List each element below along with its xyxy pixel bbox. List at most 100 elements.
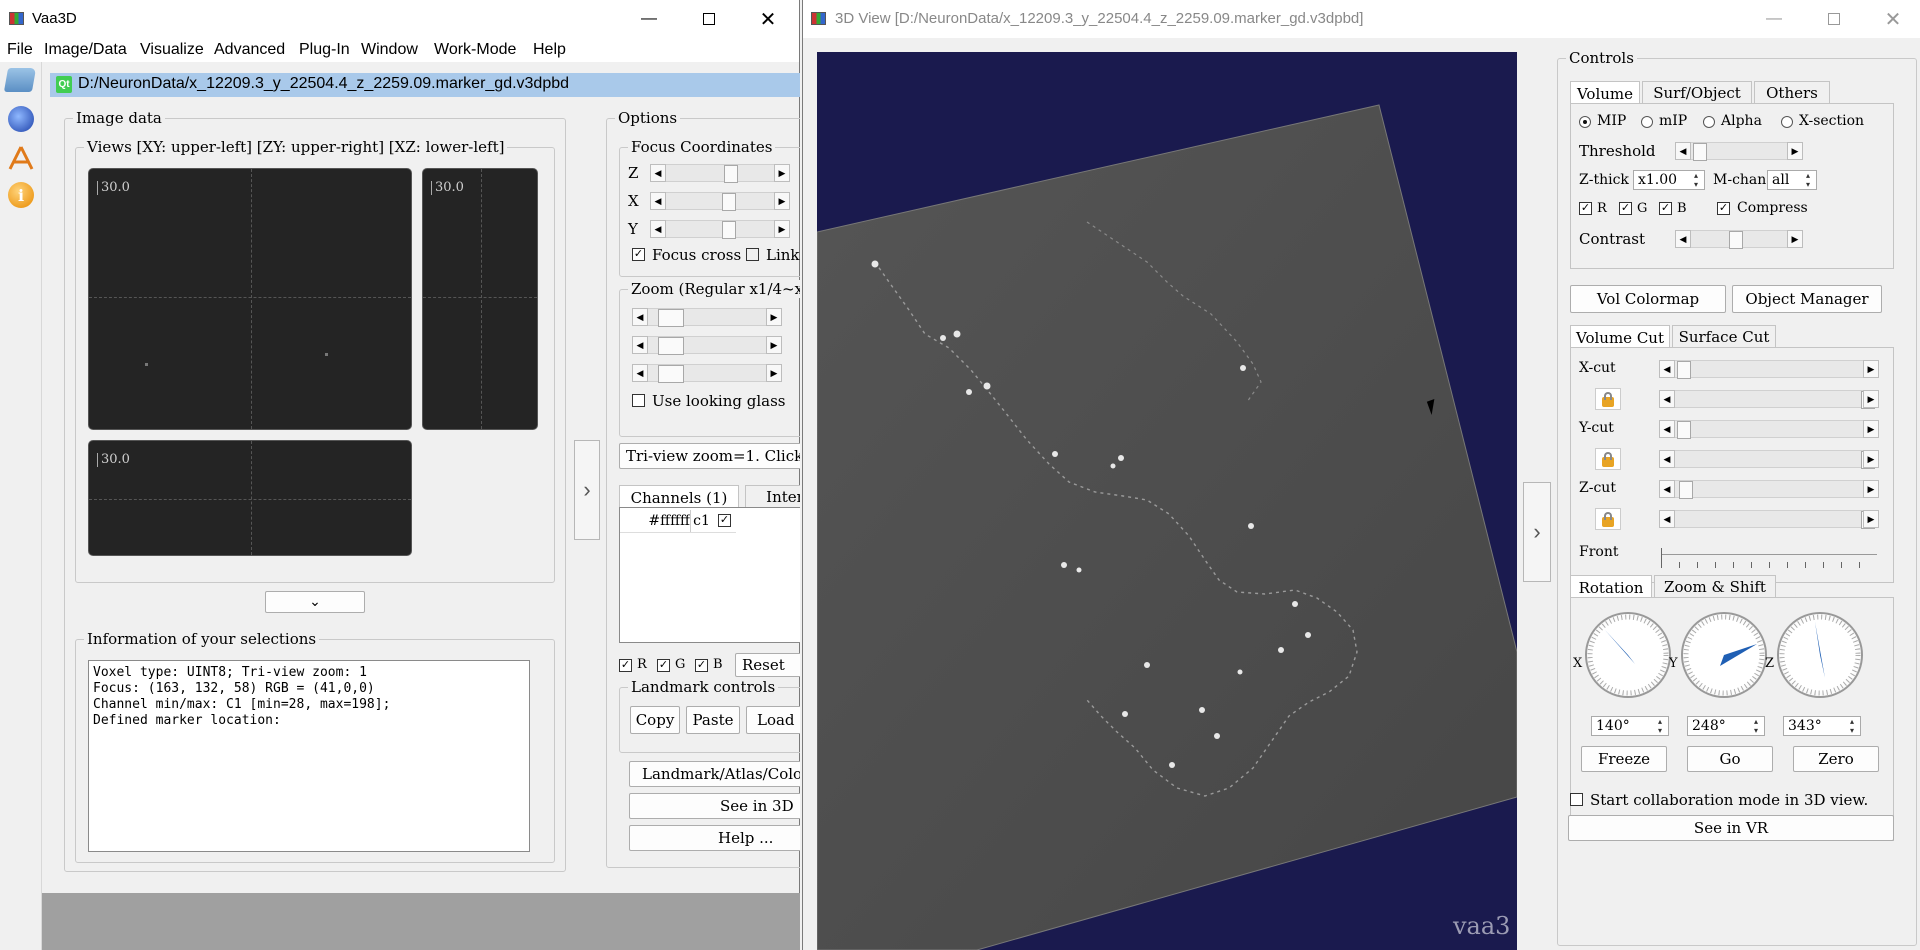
ycut-slider-2[interactable]: ◀ ▶ bbox=[1659, 450, 1879, 469]
reset-button[interactable]: Reset bbox=[735, 653, 800, 677]
info-textarea[interactable]: Voxel type: UINT8; Tri-view zoom: 1 Focu… bbox=[88, 660, 530, 852]
menu-help[interactable]: Help bbox=[533, 41, 566, 59]
focus-x-slider[interactable]: ◀ ▶ bbox=[650, 192, 790, 211]
help-button[interactable]: Help ... bbox=[629, 825, 800, 851]
zthick-label: Z-thick bbox=[1579, 172, 1629, 188]
tab-surf-object[interactable]: Surf/Object bbox=[1642, 81, 1752, 103]
z-rotation-dial[interactable] bbox=[1777, 612, 1863, 698]
b-checkbox[interactable]: ✓ bbox=[695, 659, 708, 672]
tab-volume-cut[interactable]: Volume Cut bbox=[1570, 325, 1670, 349]
volume-r-checkbox[interactable]: ✓ bbox=[1579, 202, 1592, 215]
zero-button[interactable]: Zero bbox=[1793, 746, 1879, 772]
maximize-button[interactable] bbox=[686, 0, 732, 38]
channel-visible-checkbox[interactable]: ✓ bbox=[718, 514, 731, 527]
menu-advanced[interactable]: Advanced bbox=[214, 41, 285, 59]
menu-image-data[interactable]: Image/Data bbox=[44, 41, 127, 59]
zcut-lock-icon[interactable] bbox=[1595, 508, 1621, 530]
3d-render-canvas[interactable]: vaa3 bbox=[817, 52, 1517, 950]
xsection-radio[interactable] bbox=[1781, 116, 1793, 128]
xy-view[interactable]: 30.0 bbox=[88, 168, 412, 430]
mchan-select[interactable]: all bbox=[1767, 170, 1817, 190]
view3d-maximize-button[interactable] bbox=[1811, 0, 1857, 38]
ycut-lock-icon[interactable] bbox=[1595, 448, 1621, 470]
zcut-slider-2[interactable]: ◀ ▶ bbox=[1659, 510, 1879, 529]
tab-rotation[interactable]: Rotation bbox=[1570, 575, 1652, 599]
expand-right-button[interactable]: › bbox=[574, 440, 600, 540]
tab-surface-cut[interactable]: Surface Cut bbox=[1672, 325, 1776, 347]
ycut-slider-1[interactable]: ◀ ▶ bbox=[1659, 420, 1879, 439]
channels-table[interactable]: #ffffff c1 ✓ bbox=[619, 507, 800, 643]
copy-button[interactable]: Copy bbox=[630, 706, 680, 734]
view3d-close-button[interactable]: ✕ bbox=[1870, 0, 1916, 38]
landmark-atlas-button[interactable]: Landmark/Atlas/Color bbox=[629, 761, 800, 787]
zoom-slider-2[interactable]: ◀ ▶ bbox=[632, 336, 782, 355]
volume-g-checkbox[interactable]: ✓ bbox=[1619, 202, 1632, 215]
y-rotation-dial[interactable] bbox=[1681, 612, 1767, 698]
menu-plugin[interactable]: Plug-In bbox=[299, 41, 350, 59]
focus-z-slider[interactable]: ◀ ▶ bbox=[650, 164, 790, 183]
channel-color: #ffffff bbox=[648, 513, 690, 529]
zy-crosshair-v bbox=[481, 169, 482, 429]
tab-zoom-shift[interactable]: Zoom & Shift bbox=[1654, 575, 1776, 597]
zoom-slider-3[interactable]: ◀ ▶ bbox=[632, 364, 782, 383]
document-tab[interactable]: Qt D:/NeuronData/x_12209.3_y_22504.4_z_2… bbox=[50, 73, 800, 97]
tab-channels[interactable]: Channels (1) bbox=[619, 485, 739, 509]
channel-name: c1 bbox=[690, 510, 712, 532]
vol-colormap-button[interactable]: Vol Colormap bbox=[1570, 285, 1726, 313]
x-angle-spinbox[interactable]: 140° bbox=[1591, 716, 1669, 736]
close-button[interactable]: ✕ bbox=[745, 0, 791, 38]
tab-volume[interactable]: Volume bbox=[1570, 81, 1640, 105]
triview-zoom-button[interactable]: Tri-view zoom=1. Click bbox=[619, 443, 800, 469]
globe-icon[interactable] bbox=[8, 106, 34, 132]
contrast-slider[interactable]: ◀ ▶ bbox=[1675, 230, 1803, 249]
info-icon[interactable]: i bbox=[8, 182, 34, 208]
menu-work-mode[interactable]: Work-Mode bbox=[434, 41, 516, 59]
tab-inter[interactable]: Inter bbox=[745, 485, 800, 507]
freeze-button[interactable]: Freeze bbox=[1581, 746, 1667, 772]
compass-icon[interactable] bbox=[6, 144, 36, 172]
y-angle-spinbox[interactable]: 248° bbox=[1687, 716, 1765, 736]
g-checkbox[interactable]: ✓ bbox=[657, 659, 670, 672]
xcut-slider-2[interactable]: ◀ ▶ bbox=[1659, 390, 1879, 409]
x-rotation-dial[interactable] bbox=[1585, 612, 1671, 698]
go-button[interactable]: Go bbox=[1687, 746, 1773, 772]
front-slider[interactable] bbox=[1661, 548, 1877, 568]
side-toolbar: i bbox=[0, 62, 42, 950]
collab-checkbox[interactable] bbox=[1570, 793, 1583, 806]
looking-glass-checkbox[interactable] bbox=[632, 394, 645, 407]
minip-radio[interactable] bbox=[1641, 116, 1653, 128]
load-button[interactable]: Load bbox=[746, 706, 800, 734]
zcut-slider-1[interactable]: ◀ ▶ bbox=[1659, 480, 1879, 499]
alpha-radio[interactable] bbox=[1703, 116, 1715, 128]
xz-view[interactable]: 30.0 bbox=[88, 440, 412, 556]
mip-radio[interactable] bbox=[1579, 116, 1591, 128]
see-in-3d-button[interactable]: See in 3D bbox=[629, 793, 800, 819]
z-angle-spinbox[interactable]: 343° bbox=[1783, 716, 1861, 736]
object-manager-button[interactable]: Object Manager bbox=[1732, 285, 1882, 313]
focus-y-slider[interactable]: ◀ ▶ bbox=[650, 220, 790, 239]
see-in-vr-button[interactable]: See in VR bbox=[1568, 815, 1894, 841]
xcut-slider-1[interactable]: ◀ ▶ bbox=[1659, 360, 1879, 379]
view3d-minimize-button[interactable]: — bbox=[1751, 0, 1797, 38]
paste-button[interactable]: Paste bbox=[686, 706, 740, 734]
volume-b-checkbox[interactable]: ✓ bbox=[1659, 202, 1672, 215]
threshold-slider[interactable]: ◀ ▶ bbox=[1675, 142, 1803, 161]
zthick-spinbox[interactable]: x1.00 bbox=[1633, 170, 1705, 190]
help-label: Help ... bbox=[718, 829, 774, 847]
controls-toggle-button[interactable]: › bbox=[1523, 482, 1551, 582]
link-checkbox[interactable] bbox=[746, 248, 759, 261]
focus-cross-checkbox[interactable]: ✓ bbox=[632, 248, 645, 261]
open-folder-icon[interactable] bbox=[3, 68, 37, 92]
compress-checkbox[interactable]: ✓ bbox=[1717, 202, 1730, 215]
zy-view[interactable]: 30.0 bbox=[422, 168, 538, 430]
xcut-lock-icon[interactable] bbox=[1595, 388, 1621, 410]
xy-crosshair-v bbox=[251, 169, 252, 429]
menu-visualize[interactable]: Visualize bbox=[140, 41, 204, 59]
tab-others[interactable]: Others bbox=[1754, 81, 1830, 103]
expand-down-button[interactable]: ⌄ bbox=[265, 591, 365, 613]
menu-window[interactable]: Window bbox=[361, 41, 418, 59]
menu-file[interactable]: File bbox=[7, 41, 33, 59]
r-checkbox[interactable]: ✓ bbox=[619, 659, 632, 672]
zoom-slider-1[interactable]: ◀ ▶ bbox=[632, 308, 782, 327]
minimize-button[interactable]: — bbox=[626, 0, 672, 38]
